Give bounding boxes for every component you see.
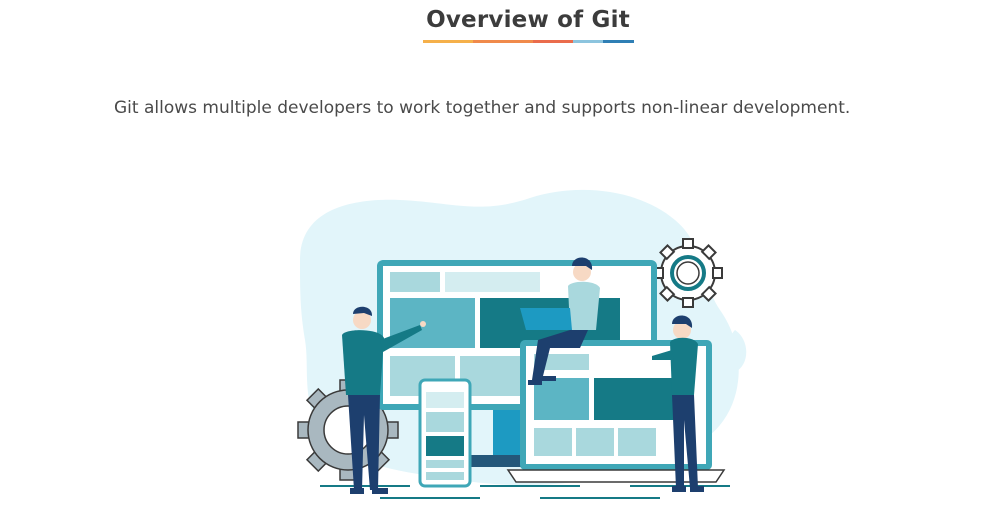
gear-icon bbox=[653, 238, 723, 308]
title-underline bbox=[423, 40, 634, 43]
phone-icon bbox=[418, 378, 472, 488]
slide-body-text: Git allows multiple developers to work t… bbox=[114, 98, 851, 118]
git-collaboration-illustration bbox=[297, 189, 747, 499]
slide-title: Overview of Git bbox=[426, 7, 630, 33]
